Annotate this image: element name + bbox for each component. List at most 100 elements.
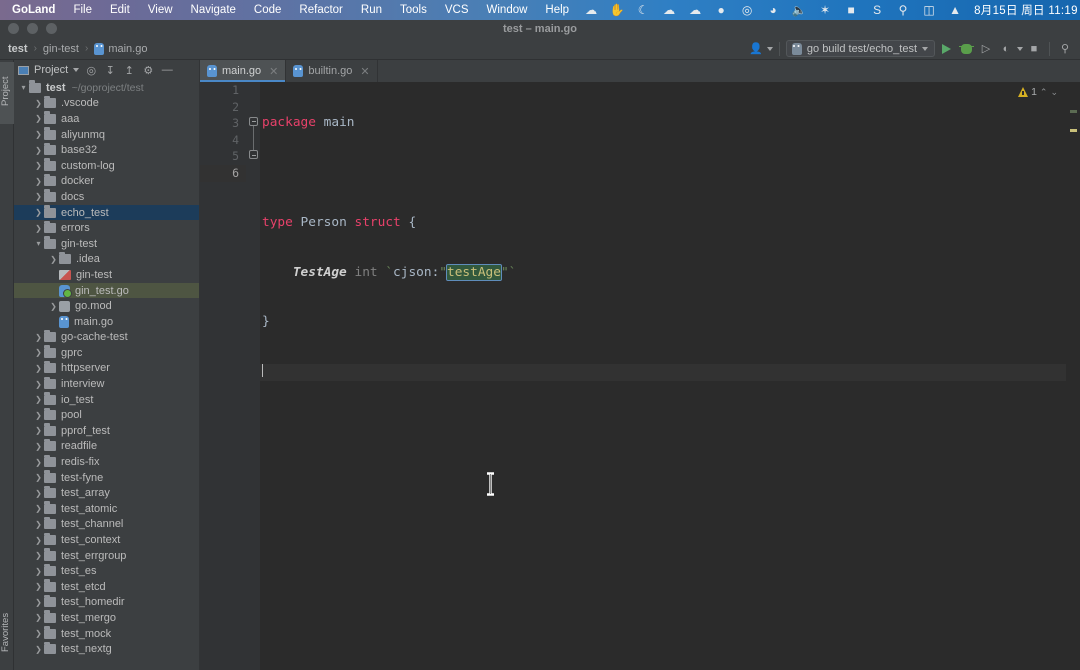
menu-vcs[interactable]: VCS xyxy=(436,0,478,20)
tree-node-io-test[interactable]: ❯io_test xyxy=(14,392,199,408)
chevron-right-icon[interactable]: ❯ xyxy=(33,564,44,579)
tree-node-pprof-test[interactable]: ❯pprof_test xyxy=(14,423,199,439)
user-profile-icon[interactable]: 👤 xyxy=(747,40,765,58)
search-everywhere-icon[interactable]: ⚲ xyxy=(1056,40,1074,58)
tree-node-docs[interactable]: ❯docs xyxy=(14,189,199,205)
tree-node-httpserver[interactable]: ❯httpserver xyxy=(14,361,199,377)
tree-node-docker[interactable]: ❯docker xyxy=(14,174,199,190)
chevron-right-icon[interactable]: ❯ xyxy=(33,111,44,126)
tree-node-test-atomic[interactable]: ❯test_atomic xyxy=(14,501,199,517)
chevron-right-icon[interactable]: ❯ xyxy=(33,423,44,438)
chevron-right-icon[interactable]: ❯ xyxy=(33,143,44,158)
close-tab-icon[interactable]: ✕ xyxy=(360,65,369,78)
fold-region-end-icon[interactable] xyxy=(249,150,258,159)
tool-window-tab-project[interactable]: Project xyxy=(0,62,14,124)
chevron-right-icon[interactable]: ❯ xyxy=(33,579,44,594)
chevron-right-icon[interactable]: ❯ xyxy=(48,252,59,267)
tree-node-main-go[interactable]: main.go xyxy=(14,314,199,330)
chevron-right-icon[interactable]: ❯ xyxy=(33,408,44,423)
breadcrumb-item-project[interactable]: test xyxy=(8,43,28,55)
chevron-right-icon[interactable]: ❯ xyxy=(33,455,44,470)
menu-edit[interactable]: Edit xyxy=(101,0,139,20)
menu-window[interactable]: Window xyxy=(478,0,537,20)
wechat-icon[interactable]: ☁ xyxy=(578,0,604,20)
chevron-right-icon[interactable]: ❯ xyxy=(48,299,59,314)
tree-node-aliyunmq[interactable]: ❯aliyunmq xyxy=(14,127,199,143)
inspection-widget[interactable]: 1 ⌃ ⌄ xyxy=(1018,86,1058,98)
volume-icon[interactable]: 🔈 xyxy=(786,0,812,20)
chevron-right-icon[interactable]: ❯ xyxy=(33,221,44,236)
clock-dark-icon[interactable]: ● xyxy=(708,0,734,20)
battery-icon[interactable]: ■ xyxy=(838,0,864,20)
chevron-right-icon[interactable]: ❯ xyxy=(33,610,44,625)
code-folding-gutter[interactable] xyxy=(246,82,260,670)
previous-problem-icon[interactable]: ⌃ xyxy=(1040,87,1048,98)
expand-all-icon[interactable]: ↧ xyxy=(103,63,117,77)
tree-node-test-channel[interactable]: ❯test_channel xyxy=(14,517,199,533)
tree-node-readfile[interactable]: ❯readfile xyxy=(14,439,199,455)
next-problem-icon[interactable]: ⌄ xyxy=(1050,87,1058,98)
close-tab-icon[interactable]: ✕ xyxy=(269,65,278,78)
code-editor[interactable]: 1 2 3 4 5 6 package main type Person str… xyxy=(200,82,1080,670)
chevron-right-icon[interactable]: ❯ xyxy=(33,548,44,563)
menu-refactor[interactable]: Refactor xyxy=(290,0,351,20)
change-marker[interactable] xyxy=(1070,110,1077,113)
tree-node-test-homedir[interactable]: ❯test_homedir xyxy=(14,595,199,611)
menu-navigate[interactable]: Navigate xyxy=(182,0,245,20)
tree-node-aaa[interactable]: ❯aaa xyxy=(14,111,199,127)
tree-node-echo-test[interactable]: ❯echo_test xyxy=(14,205,199,221)
tree-node-test-mock[interactable]: ❯test_mock xyxy=(14,626,199,642)
chevron-down-icon[interactable] xyxy=(767,47,773,51)
chevron-right-icon[interactable]: ❯ xyxy=(33,361,44,376)
breadcrumb-item-file[interactable]: main.go xyxy=(94,43,147,55)
tree-node--idea[interactable]: ❯.idea xyxy=(14,252,199,268)
chevron-right-icon[interactable]: ❯ xyxy=(33,127,44,142)
tree-node-test-errgroup[interactable]: ❯test_errgroup xyxy=(14,548,199,564)
menu-help[interactable]: Help xyxy=(536,0,578,20)
run-configuration-selector[interactable]: go build test/echo_test xyxy=(786,40,935,57)
menu-goland[interactable]: GoLand xyxy=(0,0,64,20)
tree-node-pool[interactable]: ❯pool xyxy=(14,407,199,423)
chevron-right-icon[interactable]: ❯ xyxy=(33,330,44,345)
chevron-right-icon[interactable]: ❯ xyxy=(33,642,44,657)
tree-node-base32[interactable]: ❯base32 xyxy=(14,142,199,158)
menu-code[interactable]: Code xyxy=(245,0,291,20)
tree-node-go-cache-test[interactable]: ❯go-cache-test xyxy=(14,330,199,346)
hand-icon[interactable]: ✋ xyxy=(604,0,630,20)
tool-window-tab-favorites[interactable]: Favorites xyxy=(0,600,14,668)
tree-node-test-es[interactable]: ❯test_es xyxy=(14,563,199,579)
menu-bar-clock[interactable]: 8月15日 周日 11:19 xyxy=(968,2,1080,18)
chevron-right-icon[interactable]: ❯ xyxy=(33,377,44,392)
menu-view[interactable]: View xyxy=(139,0,182,20)
editor-tab-main-go[interactable]: main.go ✕ xyxy=(200,60,286,82)
editor-tab-builtin-go[interactable]: builtin.go ✕ xyxy=(286,60,377,82)
chevron-right-icon[interactable]: ❯ xyxy=(33,345,44,360)
fold-region-start-icon[interactable] xyxy=(249,117,258,126)
wifi-icon[interactable]: ◕ xyxy=(760,0,786,20)
tree-node-test-nextg[interactable]: ❯test_nextg xyxy=(14,641,199,657)
close-window-button[interactable] xyxy=(8,23,19,34)
chevron-right-icon[interactable]: ❯ xyxy=(33,486,44,501)
cloud-small-icon[interactable]: ☁ xyxy=(656,0,682,20)
chevron-right-icon[interactable]: ❯ xyxy=(33,595,44,610)
tree-node-gin-test[interactable]: gin-test xyxy=(14,267,199,283)
chevron-down-icon[interactable]: ▾ xyxy=(18,80,29,95)
code-text[interactable]: package main type Person struct { TestAg… xyxy=(260,82,1066,670)
control-center-icon[interactable]: ◫ xyxy=(916,0,942,20)
chevron-right-icon[interactable]: ❯ xyxy=(33,96,44,111)
run-button[interactable] xyxy=(937,40,955,58)
tree-node-test-mergo[interactable]: ❯test_mergo xyxy=(14,610,199,626)
hide-panel-icon[interactable]: — xyxy=(160,63,174,77)
app-icon[interactable]: ▲ xyxy=(942,0,968,20)
tree-node-gin-test-go[interactable]: gin_test.go xyxy=(14,283,199,299)
chevron-right-icon[interactable]: ❯ xyxy=(33,439,44,454)
tree-node-test-etcd[interactable]: ❯test_etcd xyxy=(14,579,199,595)
cloud-icon[interactable]: ☁ xyxy=(682,0,708,20)
chevron-right-icon[interactable]: ❯ xyxy=(33,517,44,532)
warning-marker[interactable] xyxy=(1070,129,1077,132)
tree-node-test[interactable]: ▾test~/goproject/test xyxy=(14,80,199,96)
tree-node-custom-log[interactable]: ❯custom-log xyxy=(14,158,199,174)
chevron-down-icon[interactable]: ▾ xyxy=(33,236,44,251)
breadcrumb-item-folder[interactable]: gin-test xyxy=(43,43,79,55)
sogou-input-icon[interactable]: S xyxy=(864,0,890,20)
